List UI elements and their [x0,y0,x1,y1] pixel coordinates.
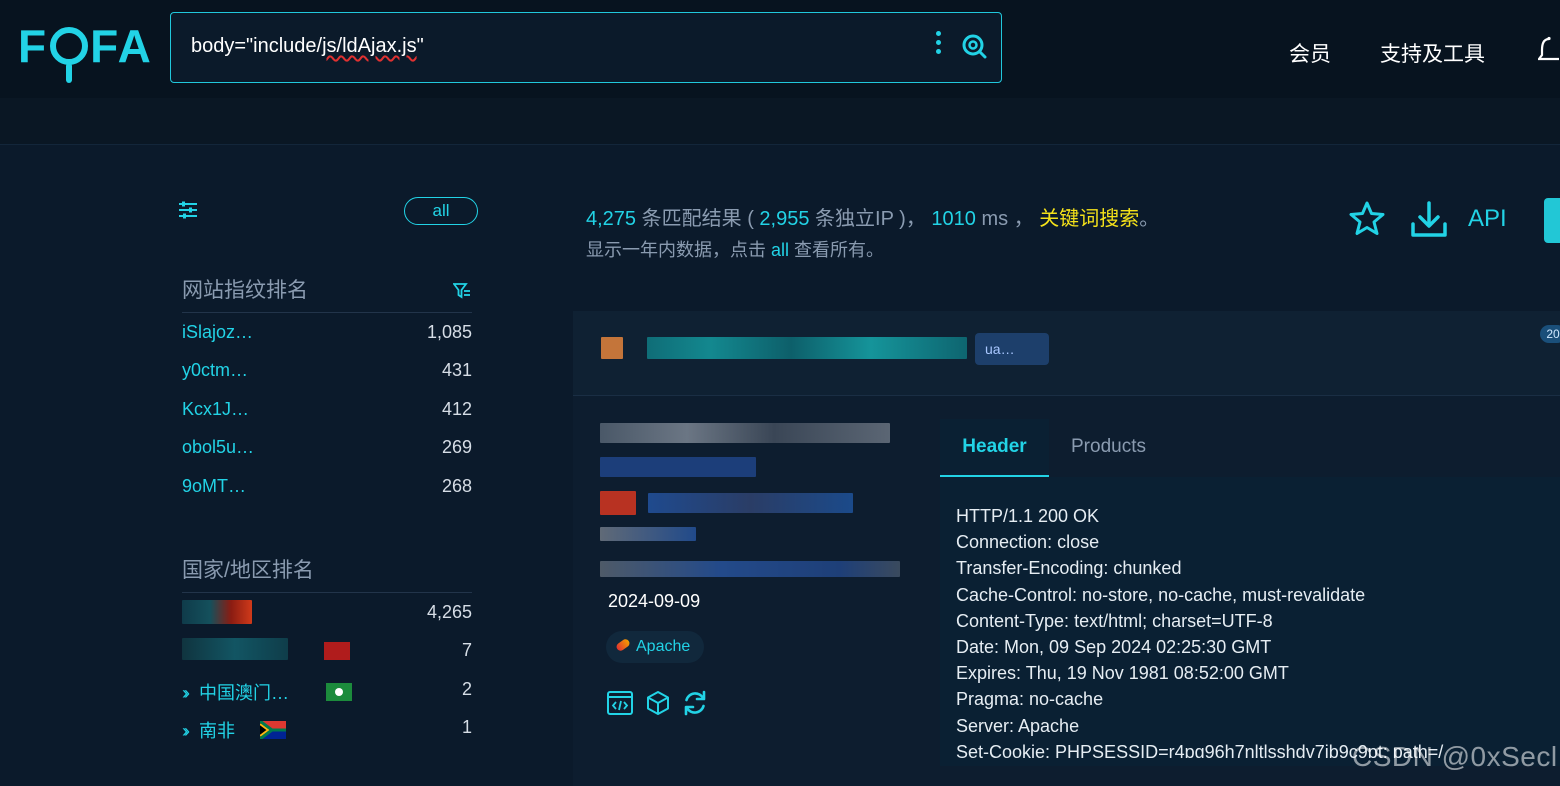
api-button[interactable]: API [1468,205,1507,233]
star-icon[interactable] [1348,200,1386,238]
detail-tabs: Header Products [940,419,1560,477]
header-line: Expires: Thu, 19 Nov 1981 08:52:00 GMT [956,663,1289,684]
chevron-double-right-icon: ›› [182,721,190,741]
country-rank-title: 国家/地区排名 [182,559,314,582]
fingerprint-item[interactable]: y0ctm… 431 [182,356,472,386]
result-date: 2024-09-09 [608,591,701,611]
nav-member[interactable]: 会员 [1289,38,1331,68]
download-icon[interactable] [1409,200,1449,240]
country-item[interactable]: ›› 南非 1 [182,713,472,743]
country-item[interactable]: ›› 中国澳门… 2 [182,675,472,705]
all-toggle-button[interactable]: all [404,197,478,225]
redacted-ip [600,457,756,477]
csdn-watermark: CSDN @0xSecl [1352,741,1558,772]
logo-letters-fa: FA [90,20,153,72]
detail-panel: Header Products HTTP/1.1 200 OK Connecti… [940,419,1560,766]
redacted-country-name [182,638,288,660]
fofa-logo[interactable]: F FA [18,18,153,83]
country-item[interactable]: 4,265 [182,598,472,628]
macau-flag-icon [326,683,352,701]
edge-action-button[interactable] [1544,198,1560,243]
redacted-location [648,493,853,513]
logo-o-icon [50,27,89,83]
bell-icon[interactable] [1538,36,1560,64]
fingerprint-rank-title: 网站指纹排名 [182,279,308,302]
search-icon[interactable] [961,33,987,59]
redacted-result-title [647,337,967,359]
chevron-double-right-icon: ›› [182,683,190,703]
fingerprint-item[interactable]: 9oMT… 268 [182,472,472,502]
redacted-asn [600,527,696,541]
country-item[interactable]: 7 [182,636,472,666]
top-bar: F FA body="include/js/ldAjax.js" 会员 支持及工具 [0,0,1560,145]
apache-feather-icon [614,637,632,653]
http-header-content: HTTP/1.1 200 OK Connection: close Transf… [956,503,1546,758]
redacted-host [600,423,890,443]
south-africa-flag-icon [260,721,286,739]
tab-products[interactable]: Products [1071,419,1146,477]
search-input[interactable]: body="include/js/ldAjax.js" [191,35,424,58]
result-card-header[interactable]: ua… 20 [573,311,1560,396]
settings-sliders-icon[interactable] [176,198,200,222]
redacted-favicon [601,337,623,359]
code-window-icon[interactable] [606,689,634,717]
filter-funnel-icon[interactable] [453,282,471,300]
redacted-org [600,561,900,577]
header-line: Content-Type: text/html; charset=UTF-8 [956,610,1273,631]
tag-chip[interactable]: ua… [975,333,1049,365]
redacted-flag [600,491,636,515]
fingerprint-item[interactable]: obol5u… 269 [182,433,472,463]
view-all-link[interactable]: all [771,240,789,260]
search-box[interactable]: body="include/js/ldAjax.js" [170,12,1002,83]
header-line: Server: Apache [956,715,1080,736]
header-line: HTTP/1.1 200 OK [956,506,1100,526]
keyword-search-link[interactable]: 关键词搜索 [1039,208,1139,230]
nav-tools[interactable]: 支持及工具 [1380,38,1485,68]
header-line: Date: Mon, 09 Sep 2024 02:25:30 GMT [956,637,1272,658]
logo-letter-f: F [18,20,49,72]
divider [182,592,472,593]
country-flag-icon [324,642,350,660]
redacted-country-name [182,600,252,624]
header-line: Pragma: no-cache [956,689,1104,710]
results-note: 显示一年内数据，点击 all 查看所有。 [586,240,885,260]
apache-tag[interactable]: Apache [606,631,705,663]
divider [182,312,472,313]
more-options-icon[interactable] [933,31,943,59]
header-line: Connection: close [956,532,1100,553]
header-line: Cache-Control: no-store, no-cache, must-… [956,584,1366,605]
refresh-icon[interactable] [681,689,709,717]
fingerprint-item[interactable]: Kcx1J… 412 [182,395,472,425]
tab-header[interactable]: Header [940,419,1049,477]
cube-icon[interactable] [644,689,672,717]
fingerprint-item[interactable]: iSlajoz… 1,085 [182,318,472,348]
count-badge: 20 [1540,325,1560,343]
header-line: Transfer-Encoding: chunked [956,558,1182,579]
results-stats: 4,275 条匹配结果 ( 2,955 条独立IP )， 1010 ms ， 关… [586,208,1160,230]
result-card: ua… 20 2024-09-09 Apache Header Products… [573,311,1560,786]
